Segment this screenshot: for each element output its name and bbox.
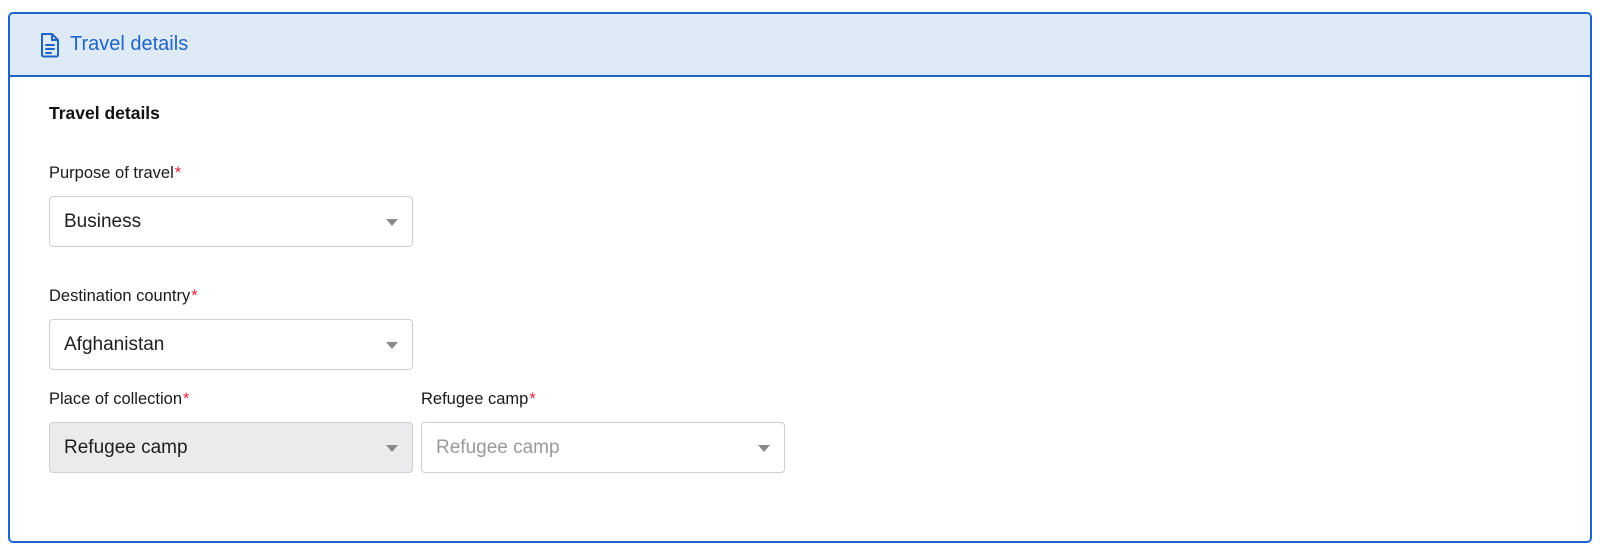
required-marker: *: [529, 390, 536, 408]
place-of-collection-label: Place of collection*: [49, 390, 189, 409]
destination-country-label: Destination country*: [49, 287, 198, 306]
refugee-camp-label-text: Refugee camp: [421, 390, 529, 408]
required-marker: *: [191, 287, 198, 305]
panel-title: Travel details: [70, 33, 189, 55]
purpose-of-travel-label-text: Purpose of travel: [49, 164, 174, 182]
purpose-of-travel-value: Business: [64, 210, 142, 232]
place-of-collection-select: Refugee camp: [49, 422, 413, 473]
place-of-collection-value: Refugee camp: [64, 436, 188, 458]
caret-down-icon: [386, 219, 398, 226]
refugee-camp-placeholder: Refugee camp: [436, 436, 560, 458]
refugee-camp-label: Refugee camp*: [421, 390, 536, 409]
caret-down-icon: [386, 342, 398, 349]
destination-country-select[interactable]: Afghanistan: [49, 319, 413, 370]
travel-details-panel: Travel details Travel details Purpose of…: [8, 12, 1592, 543]
refugee-camp-select[interactable]: Refugee camp: [421, 422, 785, 473]
purpose-of-travel-select[interactable]: Business: [49, 196, 413, 247]
section-title: Travel details: [49, 103, 160, 123]
panel-header[interactable]: Travel details: [10, 14, 1590, 77]
caret-down-icon: [758, 445, 770, 452]
required-marker: *: [174, 164, 182, 182]
document-icon: [38, 32, 62, 58]
destination-country-value: Afghanistan: [64, 333, 165, 355]
place-of-collection-label-text: Place of collection: [49, 390, 182, 408]
required-marker: *: [183, 390, 190, 408]
purpose-of-travel-label: Purpose of travel*: [49, 164, 181, 183]
caret-down-icon: [386, 445, 398, 452]
destination-country-label-text: Destination country: [49, 287, 191, 305]
